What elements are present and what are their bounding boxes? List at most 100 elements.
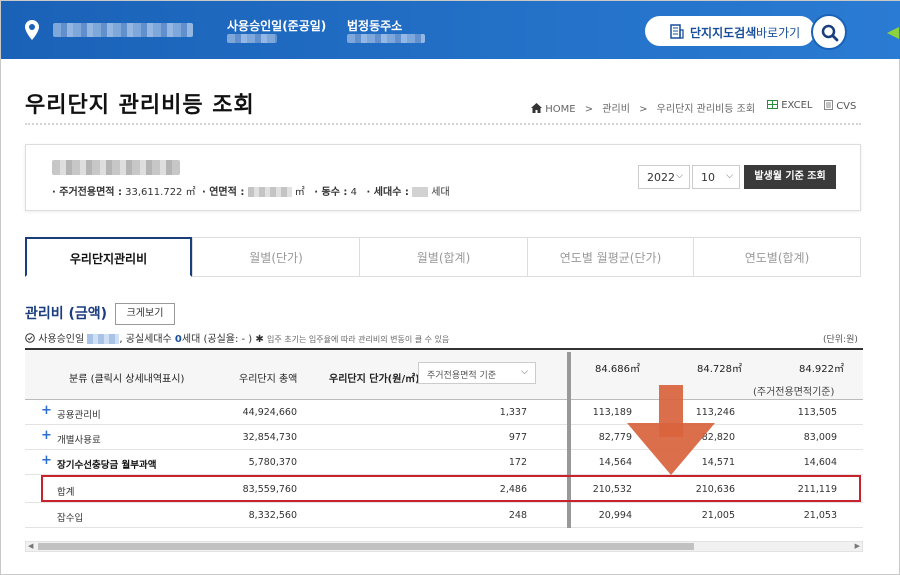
csv-export-button[interactable]: CVS <box>824 100 856 112</box>
tab-bar: 우리단지관리비 월별(단가) 월별(합계) 연도별 월평균(단가) 연도별(합계… <box>25 237 861 277</box>
home-icon <box>531 103 542 113</box>
table-row-common[interactable]: + 공용관리비 44,924,660 1,337 113,189 113,246… <box>25 400 863 425</box>
row-area-3: 21,053 <box>803 510 837 521</box>
horizontal-scrollbar[interactable]: ◀ ▶ <box>25 541 863 552</box>
apartment-name-redacted <box>52 160 180 175</box>
dong-value: 4 <box>350 187 357 198</box>
row-total: 44,924,660 <box>242 407 297 418</box>
vacancy-count: 0 <box>174 334 182 345</box>
expand-plus-icon[interactable]: + <box>41 453 52 468</box>
table-row-long-term-repair[interactable]: + 장기수선충당금 월부과액 5,780,370 172 14,564 14,5… <box>25 450 863 475</box>
total-area-redacted <box>247 187 292 197</box>
breadcrumb-home[interactable]: HOME <box>545 104 575 115</box>
row-total: 32,854,730 <box>242 432 297 443</box>
row-label: 잡수입 <box>57 513 84 524</box>
apartment-info-box: · 주거전용면적 : 33,611.722 ㎡ · 연면적 : ㎡ · 동수 :… <box>25 144 861 211</box>
approval-date-redacted <box>87 334 120 344</box>
chevron-down-icon: ⌵ <box>726 171 733 181</box>
dong-label: · 동수 : <box>314 187 348 198</box>
title-divider <box>25 123 861 125</box>
enlarge-button[interactable]: 크게보기 <box>115 303 175 325</box>
footnote: 입주 초기는 입주율에 따라 관리비의 변동이 클 수 있음 <box>266 335 450 344</box>
approval-date-redacted <box>227 34 277 43</box>
chevron-down-icon: ⌵ <box>676 171 683 181</box>
address-redacted <box>347 34 425 43</box>
row-area-3: 83,009 <box>803 432 837 443</box>
building-icon <box>670 24 684 39</box>
scroll-left-icon[interactable]: ◀ <box>28 542 33 550</box>
page-frame: 사용승인일(준공일) 법정동주소 단지지도검색 바로가기 우리단지 관리비등 조… <box>0 0 900 575</box>
approval-note: 사용승인일 , 공실세대수 0세대 (공실율: - ) ✱ 입주 초기는 입주율… <box>25 330 449 345</box>
row-total: 5,780,370 <box>248 457 297 468</box>
row-total: 8,332,560 <box>248 510 297 521</box>
header-area-note: (주거전용면적기준) <box>753 387 835 398</box>
header-area-2: 84.728㎡ <box>697 364 742 375</box>
row-area-3: 113,505 <box>797 407 837 418</box>
tab-our-complex[interactable]: 우리단지관리비 <box>25 237 192 277</box>
row-area-2: 21,005 <box>701 510 735 521</box>
scroll-right-icon[interactable]: ▶ <box>855 542 860 550</box>
area-label: · 주거전용면적 : <box>52 187 122 198</box>
section-title: 관리비 (금액) <box>25 306 108 322</box>
month-value: 10 <box>701 171 715 184</box>
total-area-unit: ㎡ <box>294 187 305 198</box>
header-unit-price: 우리단지 단가(원/㎡) <box>329 374 420 385</box>
header-area-3: 84.922㎡ <box>799 364 844 375</box>
header-category: 분류 (클릭시 상세내역표시) <box>69 374 185 385</box>
breadcrumb-maintenance[interactable]: 관리비 <box>602 104 630 115</box>
area-basis-select[interactable]: 주거전용면적 기준 ⌵ <box>418 362 536 384</box>
search-icon <box>821 24 839 42</box>
unit-label: (단위:원) <box>823 335 858 345</box>
check-circle-icon <box>25 333 35 343</box>
household-unit: 세대 <box>431 187 450 198</box>
breadcrumb: HOME > 관리비 > 우리단지 관리비등 조회 <box>531 100 761 115</box>
top-header: 사용승인일(준공일) 법정동주소 단지지도검색 바로가기 <box>1 1 900 59</box>
row-unit: 172 <box>508 457 527 468</box>
scrollbar-thumb[interactable] <box>38 543 694 550</box>
side-panel-toggle[interactable] <box>887 27 899 39</box>
approval-date-label: 사용승인일(준공일) <box>227 19 327 33</box>
header-total: 우리단지 총액 <box>239 374 298 385</box>
household-label: · 세대수 : <box>366 187 409 198</box>
area-value: 33,611.722 ㎡ <box>125 187 196 198</box>
apartment-summary: · 주거전용면적 : 33,611.722 ㎡ · 연면적 : ㎡ · 동수 :… <box>52 183 450 198</box>
tab-monthly-total[interactable]: 월별(합계) <box>360 237 528 277</box>
table-header: 분류 (클릭시 상세내역표시) 우리단지 총액 우리단지 단가(원/㎡) 주거전… <box>25 350 863 400</box>
total-area-label: · 연면적 : <box>201 187 245 198</box>
year-value: 2022 <box>647 171 675 184</box>
area-basis-value: 주거전용면적 기준 <box>427 371 497 381</box>
search-button[interactable] <box>811 14 847 50</box>
row-label: 장기수선충당금 월부과액 <box>57 460 157 471</box>
arrow-down-icon <box>627 385 715 475</box>
tab-monthly-unit[interactable]: 월별(단가) <box>192 237 360 277</box>
row-label: 공용관리비 <box>57 410 101 421</box>
document-icon <box>824 100 833 110</box>
tab-yearly-total[interactable]: 연도별(합계) <box>694 237 861 277</box>
table-row-misc-income: 잡수입 8,332,560 248 20,994 21,005 21,053 <box>25 503 863 528</box>
row-label: 개별사용료 <box>57 435 101 446</box>
excel-label: EXCEL <box>781 100 813 111</box>
table-row-individual[interactable]: + 개별사용료 32,854,730 977 82,779 82,820 83,… <box>25 425 863 450</box>
sum-row-highlight <box>41 475 861 502</box>
map-search-label: 단지지도검색 <box>690 26 757 40</box>
query-by-month-button[interactable]: 발생월 기준 조회 <box>744 165 836 189</box>
map-search-shortcut-label: 바로가기 <box>756 26 801 40</box>
breadcrumb-separator: > <box>584 104 594 115</box>
year-select[interactable]: 2022 ⌵ <box>638 165 690 189</box>
row-unit: 248 <box>508 510 527 521</box>
map-search-button[interactable]: 단지지도검색 바로가기 <box>645 16 815 46</box>
row-area-1: 20,994 <box>598 510 632 521</box>
excel-export-button[interactable]: EXCEL <box>767 100 813 111</box>
location-pin-icon <box>25 20 39 40</box>
month-select[interactable]: 10 ⌵ <box>692 165 740 189</box>
tab-yearly-avg-unit[interactable]: 연도별 월평균(단가) <box>528 237 694 277</box>
address-label: 법정동주소 <box>347 19 403 33</box>
expand-plus-icon[interactable]: + <box>41 428 52 443</box>
apartment-address-redacted <box>53 23 193 37</box>
household-count-redacted <box>412 187 429 197</box>
row-unit: 977 <box>508 432 527 443</box>
expand-plus-icon[interactable]: + <box>41 403 52 418</box>
vacancy-unit: 세대 (공실율: - ) <box>181 334 253 345</box>
approval-label: 사용승인일 <box>38 334 85 345</box>
row-area-3: 14,604 <box>803 457 837 468</box>
